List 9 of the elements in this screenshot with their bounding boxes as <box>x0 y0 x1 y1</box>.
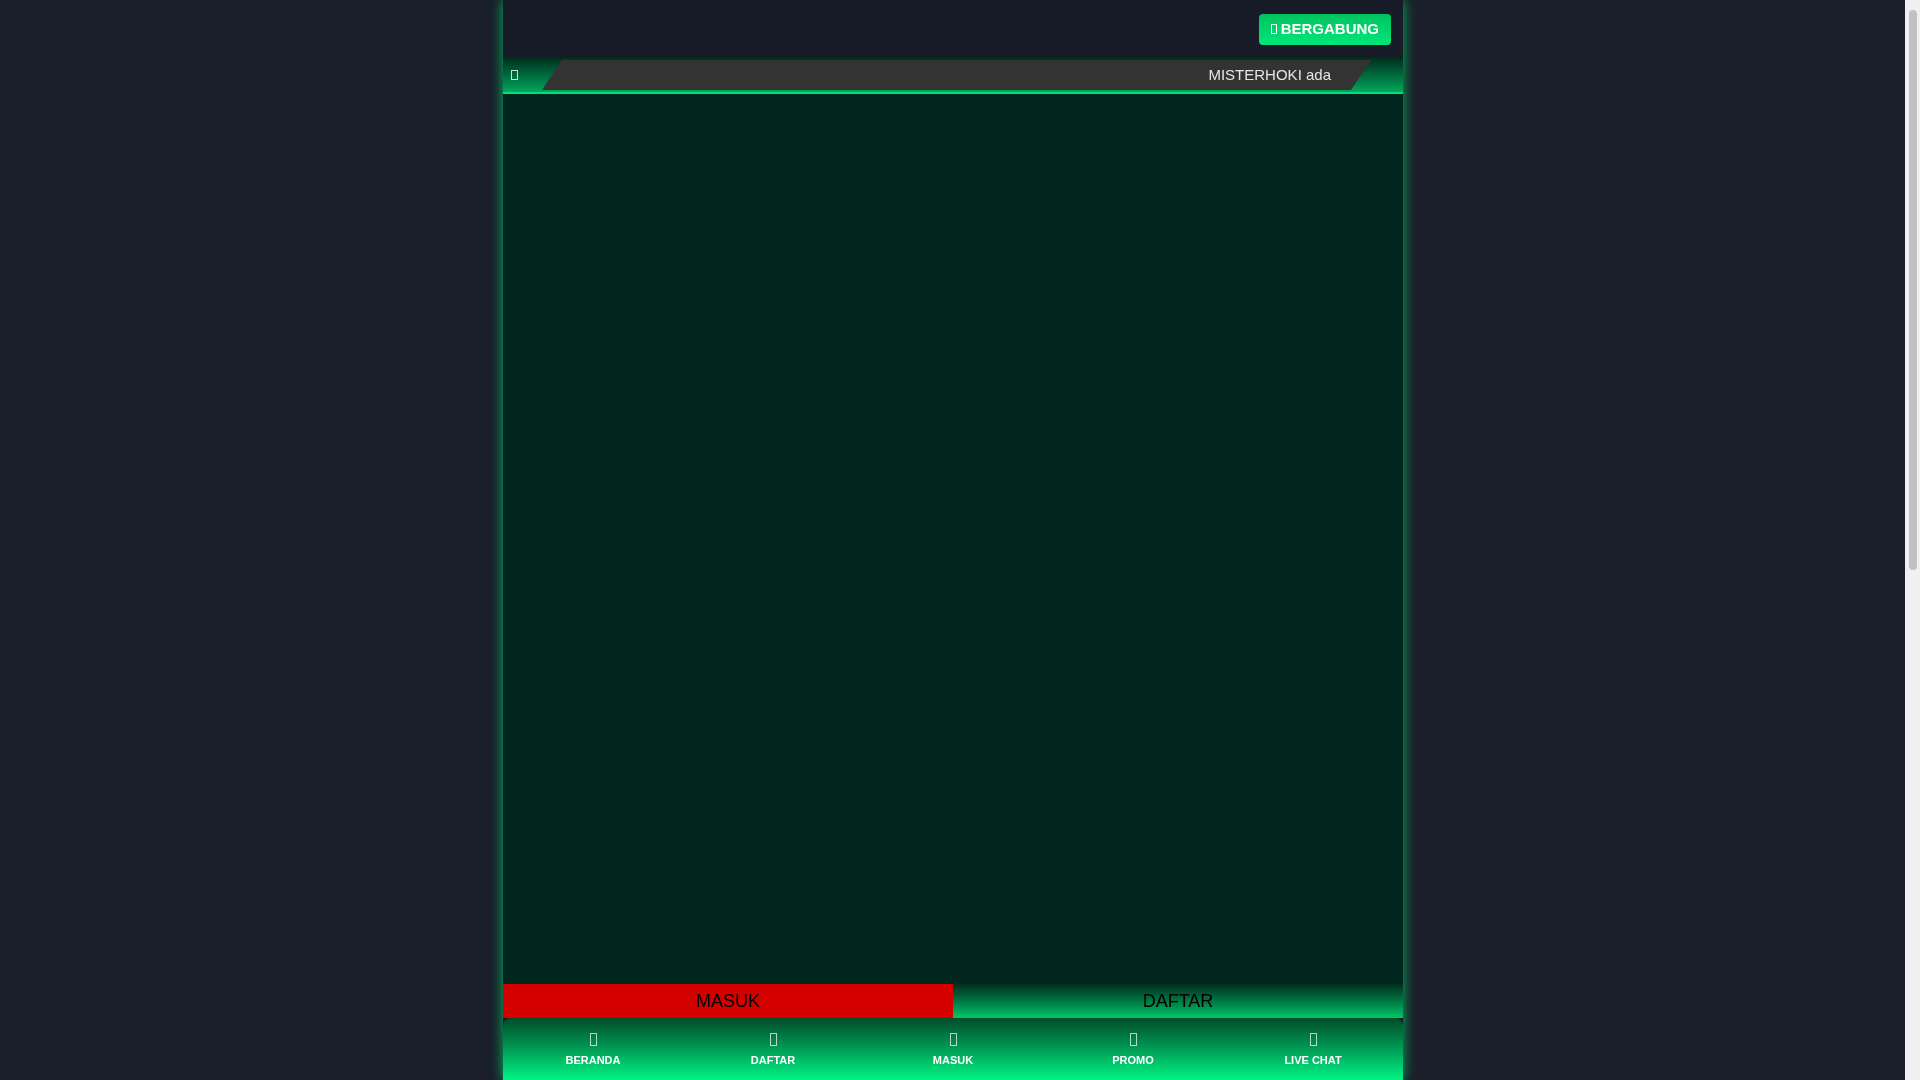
register-button[interactable]: DAFTAR <box>953 984 1403 1018</box>
nav-link[interactable]: BERANDA <box>565 1052 621 1069</box>
join-button[interactable]: BERGABUNG <box>1258 13 1391 45</box>
ticker-text: MISTERHOKI ada <box>1208 64 1331 85</box>
nav-link[interactable]: PROMO <box>1112 1052 1154 1069</box>
nav-link[interactable]: MASUK <box>932 1052 974 1069</box>
login-button[interactable]: MASUK <box>503 984 953 1018</box>
nav-link[interactable]: LIVE CHAT <box>1284 1052 1342 1069</box>
nav-link[interactable]: DAFTAR <box>750 1052 796 1069</box>
